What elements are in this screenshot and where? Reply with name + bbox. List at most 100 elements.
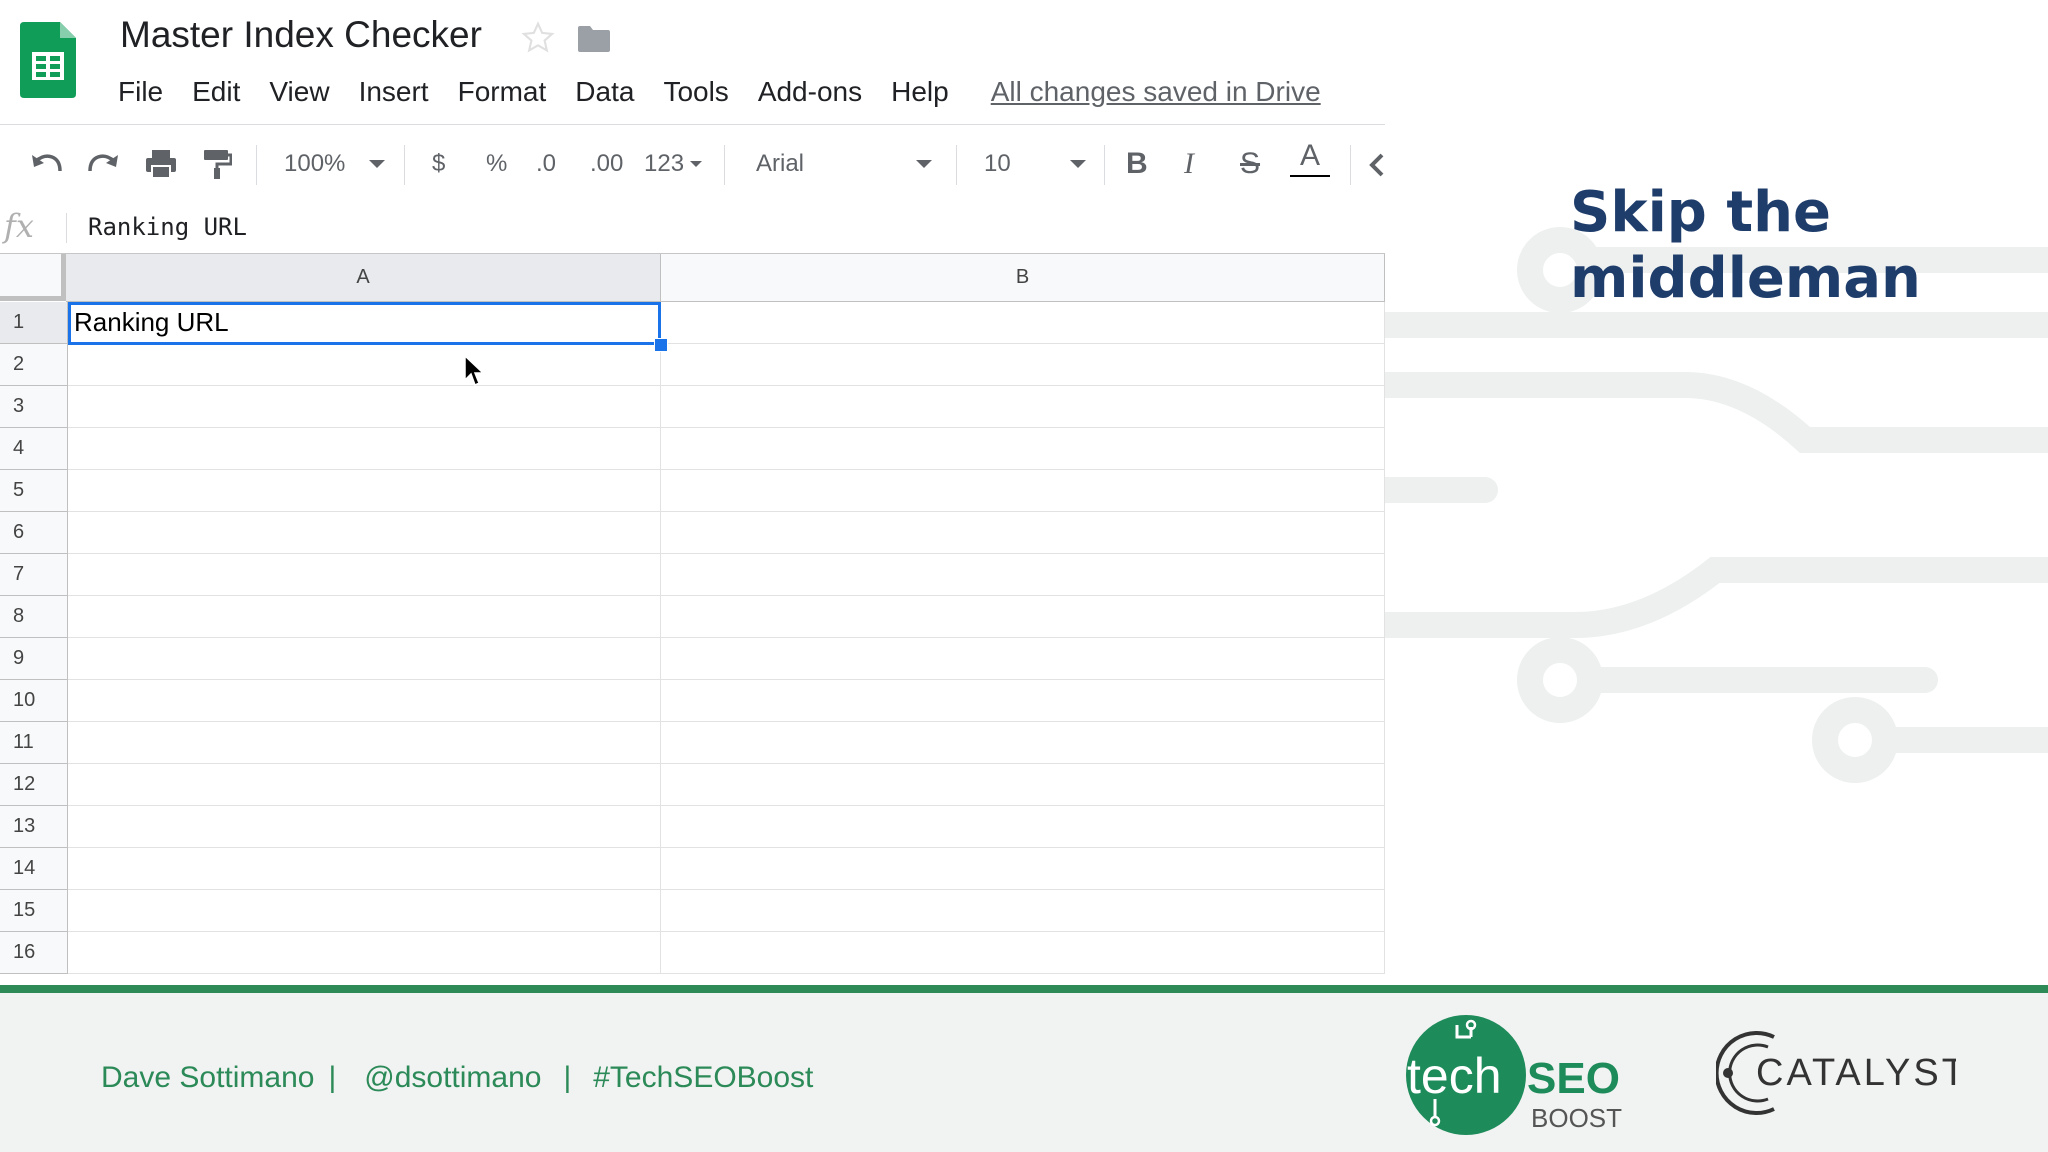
- cell-a9[interactable]: [68, 638, 661, 680]
- google-sheets-window: Master Index Checker File Edit View Inse…: [0, 0, 1385, 975]
- toolbar-separator: [256, 145, 257, 185]
- row-header[interactable]: 2: [0, 344, 68, 386]
- redo-button[interactable]: [86, 145, 120, 183]
- sheets-logo-icon[interactable]: [20, 22, 76, 98]
- more-formats-button[interactable]: 123: [644, 145, 704, 183]
- row-header[interactable]: 9: [0, 638, 68, 680]
- fill-color-icon: [1369, 153, 1384, 177]
- bold-icon: B: [1126, 147, 1148, 180]
- row-header[interactable]: 16: [0, 932, 68, 974]
- row-header[interactable]: 1: [0, 302, 68, 344]
- table-row: 9: [0, 638, 1385, 680]
- cell-b16[interactable]: [661, 932, 1385, 974]
- cell-a6[interactable]: [68, 512, 661, 554]
- cell-a7[interactable]: [68, 554, 661, 596]
- star-icon[interactable]: [520, 20, 556, 56]
- row-header[interactable]: 11: [0, 722, 68, 764]
- row-header[interactable]: 5: [0, 470, 68, 512]
- cell-b7[interactable]: [661, 554, 1385, 596]
- strikethrough-button[interactable]: S: [1240, 145, 1260, 183]
- menu-add-ons[interactable]: Add-ons: [758, 76, 862, 108]
- cell-b2[interactable]: [661, 344, 1385, 386]
- cell-a1[interactable]: Ranking URL: [68, 302, 661, 344]
- folder-icon[interactable]: [576, 24, 612, 54]
- row-header[interactable]: 7: [0, 554, 68, 596]
- menu-file[interactable]: File: [118, 76, 163, 108]
- spreadsheet-grid: A B 1 Ranking URL 2 3 4 5 6 7 8 9 10 11 1…: [0, 254, 1385, 974]
- cell-b8[interactable]: [661, 596, 1385, 638]
- cell-b10[interactable]: [661, 680, 1385, 722]
- menu-data[interactable]: Data: [575, 76, 634, 108]
- document-title[interactable]: Master Index Checker: [120, 14, 482, 56]
- paint-format-button[interactable]: [202, 145, 232, 183]
- menu-tools[interactable]: Tools: [663, 76, 728, 108]
- fill-color-button[interactable]: [1368, 145, 1385, 183]
- row-header[interactable]: 6: [0, 512, 68, 554]
- cell-a14[interactable]: [68, 848, 661, 890]
- currency-format-button[interactable]: $: [432, 145, 445, 183]
- select-all-corner[interactable]: [0, 254, 66, 301]
- footer: Dave Sottimano | @dsottimano | #TechSEOB…: [0, 993, 2048, 1152]
- cell-a11[interactable]: [68, 722, 661, 764]
- row-header[interactable]: 4: [0, 428, 68, 470]
- table-row: 15: [0, 890, 1385, 932]
- cell-a4[interactable]: [68, 428, 661, 470]
- print-icon: [146, 150, 176, 179]
- logo-seo-text: SEO: [1527, 1054, 1620, 1103]
- row-header[interactable]: 12: [0, 764, 68, 806]
- cell-b4[interactable]: [661, 428, 1385, 470]
- cell-a12[interactable]: [68, 764, 661, 806]
- column-header-a[interactable]: A: [66, 254, 661, 302]
- percent-format-button[interactable]: %: [486, 145, 507, 183]
- increase-decimal-button[interactable]: .00: [590, 145, 623, 183]
- undo-icon: [32, 154, 62, 172]
- cell-a13[interactable]: [68, 806, 661, 848]
- print-button[interactable]: [144, 145, 178, 183]
- row-header[interactable]: 8: [0, 596, 68, 638]
- cell-b11[interactable]: [661, 722, 1385, 764]
- menu-help[interactable]: Help: [891, 76, 949, 108]
- font-family-select[interactable]: Arial: [756, 145, 934, 183]
- cell-a5[interactable]: [68, 470, 661, 512]
- cell-a8[interactable]: [68, 596, 661, 638]
- cell-a3[interactable]: [68, 386, 661, 428]
- cell-b3[interactable]: [661, 386, 1385, 428]
- cell-a16[interactable]: [68, 932, 661, 974]
- menu-format[interactable]: Format: [458, 76, 547, 108]
- cell-b14[interactable]: [661, 848, 1385, 890]
- font-size-select[interactable]: 10: [984, 145, 1088, 183]
- hashtag: #TechSEOBoost: [593, 1061, 814, 1094]
- decrease-decimal-button[interactable]: .0: [536, 145, 556, 183]
- italic-button[interactable]: I: [1184, 145, 1194, 183]
- chevron-down-icon: [1070, 160, 1086, 168]
- table-row: 14: [0, 848, 1385, 890]
- save-status-link[interactable]: All changes saved in Drive: [991, 76, 1321, 108]
- formula-input[interactable]: Ranking URL: [88, 213, 247, 241]
- cell-b9[interactable]: [661, 638, 1385, 680]
- cell-b6[interactable]: [661, 512, 1385, 554]
- zoom-select[interactable]: 100%: [284, 145, 387, 183]
- menu-view[interactable]: View: [269, 76, 329, 108]
- row-header[interactable]: 3: [0, 386, 68, 428]
- cell-b13[interactable]: [661, 806, 1385, 848]
- row-header[interactable]: 15: [0, 890, 68, 932]
- row-header[interactable]: 10: [0, 680, 68, 722]
- cell-b1[interactable]: [661, 302, 1385, 344]
- slide: { "document": { "title": "Master Index C…: [0, 0, 2048, 1152]
- cell-a10[interactable]: [68, 680, 661, 722]
- cell-a15[interactable]: [68, 890, 661, 932]
- table-row: 8: [0, 596, 1385, 638]
- column-header-b[interactable]: B: [661, 254, 1385, 302]
- text-color-button[interactable]: A: [1290, 139, 1330, 177]
- row-header[interactable]: 13: [0, 806, 68, 848]
- menu-edit[interactable]: Edit: [192, 76, 240, 108]
- bold-button[interactable]: B: [1126, 145, 1148, 183]
- fill-handle[interactable]: [654, 338, 668, 352]
- cell-b5[interactable]: [661, 470, 1385, 512]
- cell-a2[interactable]: [68, 344, 661, 386]
- cell-b12[interactable]: [661, 764, 1385, 806]
- undo-button[interactable]: [30, 145, 64, 183]
- menu-insert[interactable]: Insert: [359, 76, 429, 108]
- cell-b15[interactable]: [661, 890, 1385, 932]
- row-header[interactable]: 14: [0, 848, 68, 890]
